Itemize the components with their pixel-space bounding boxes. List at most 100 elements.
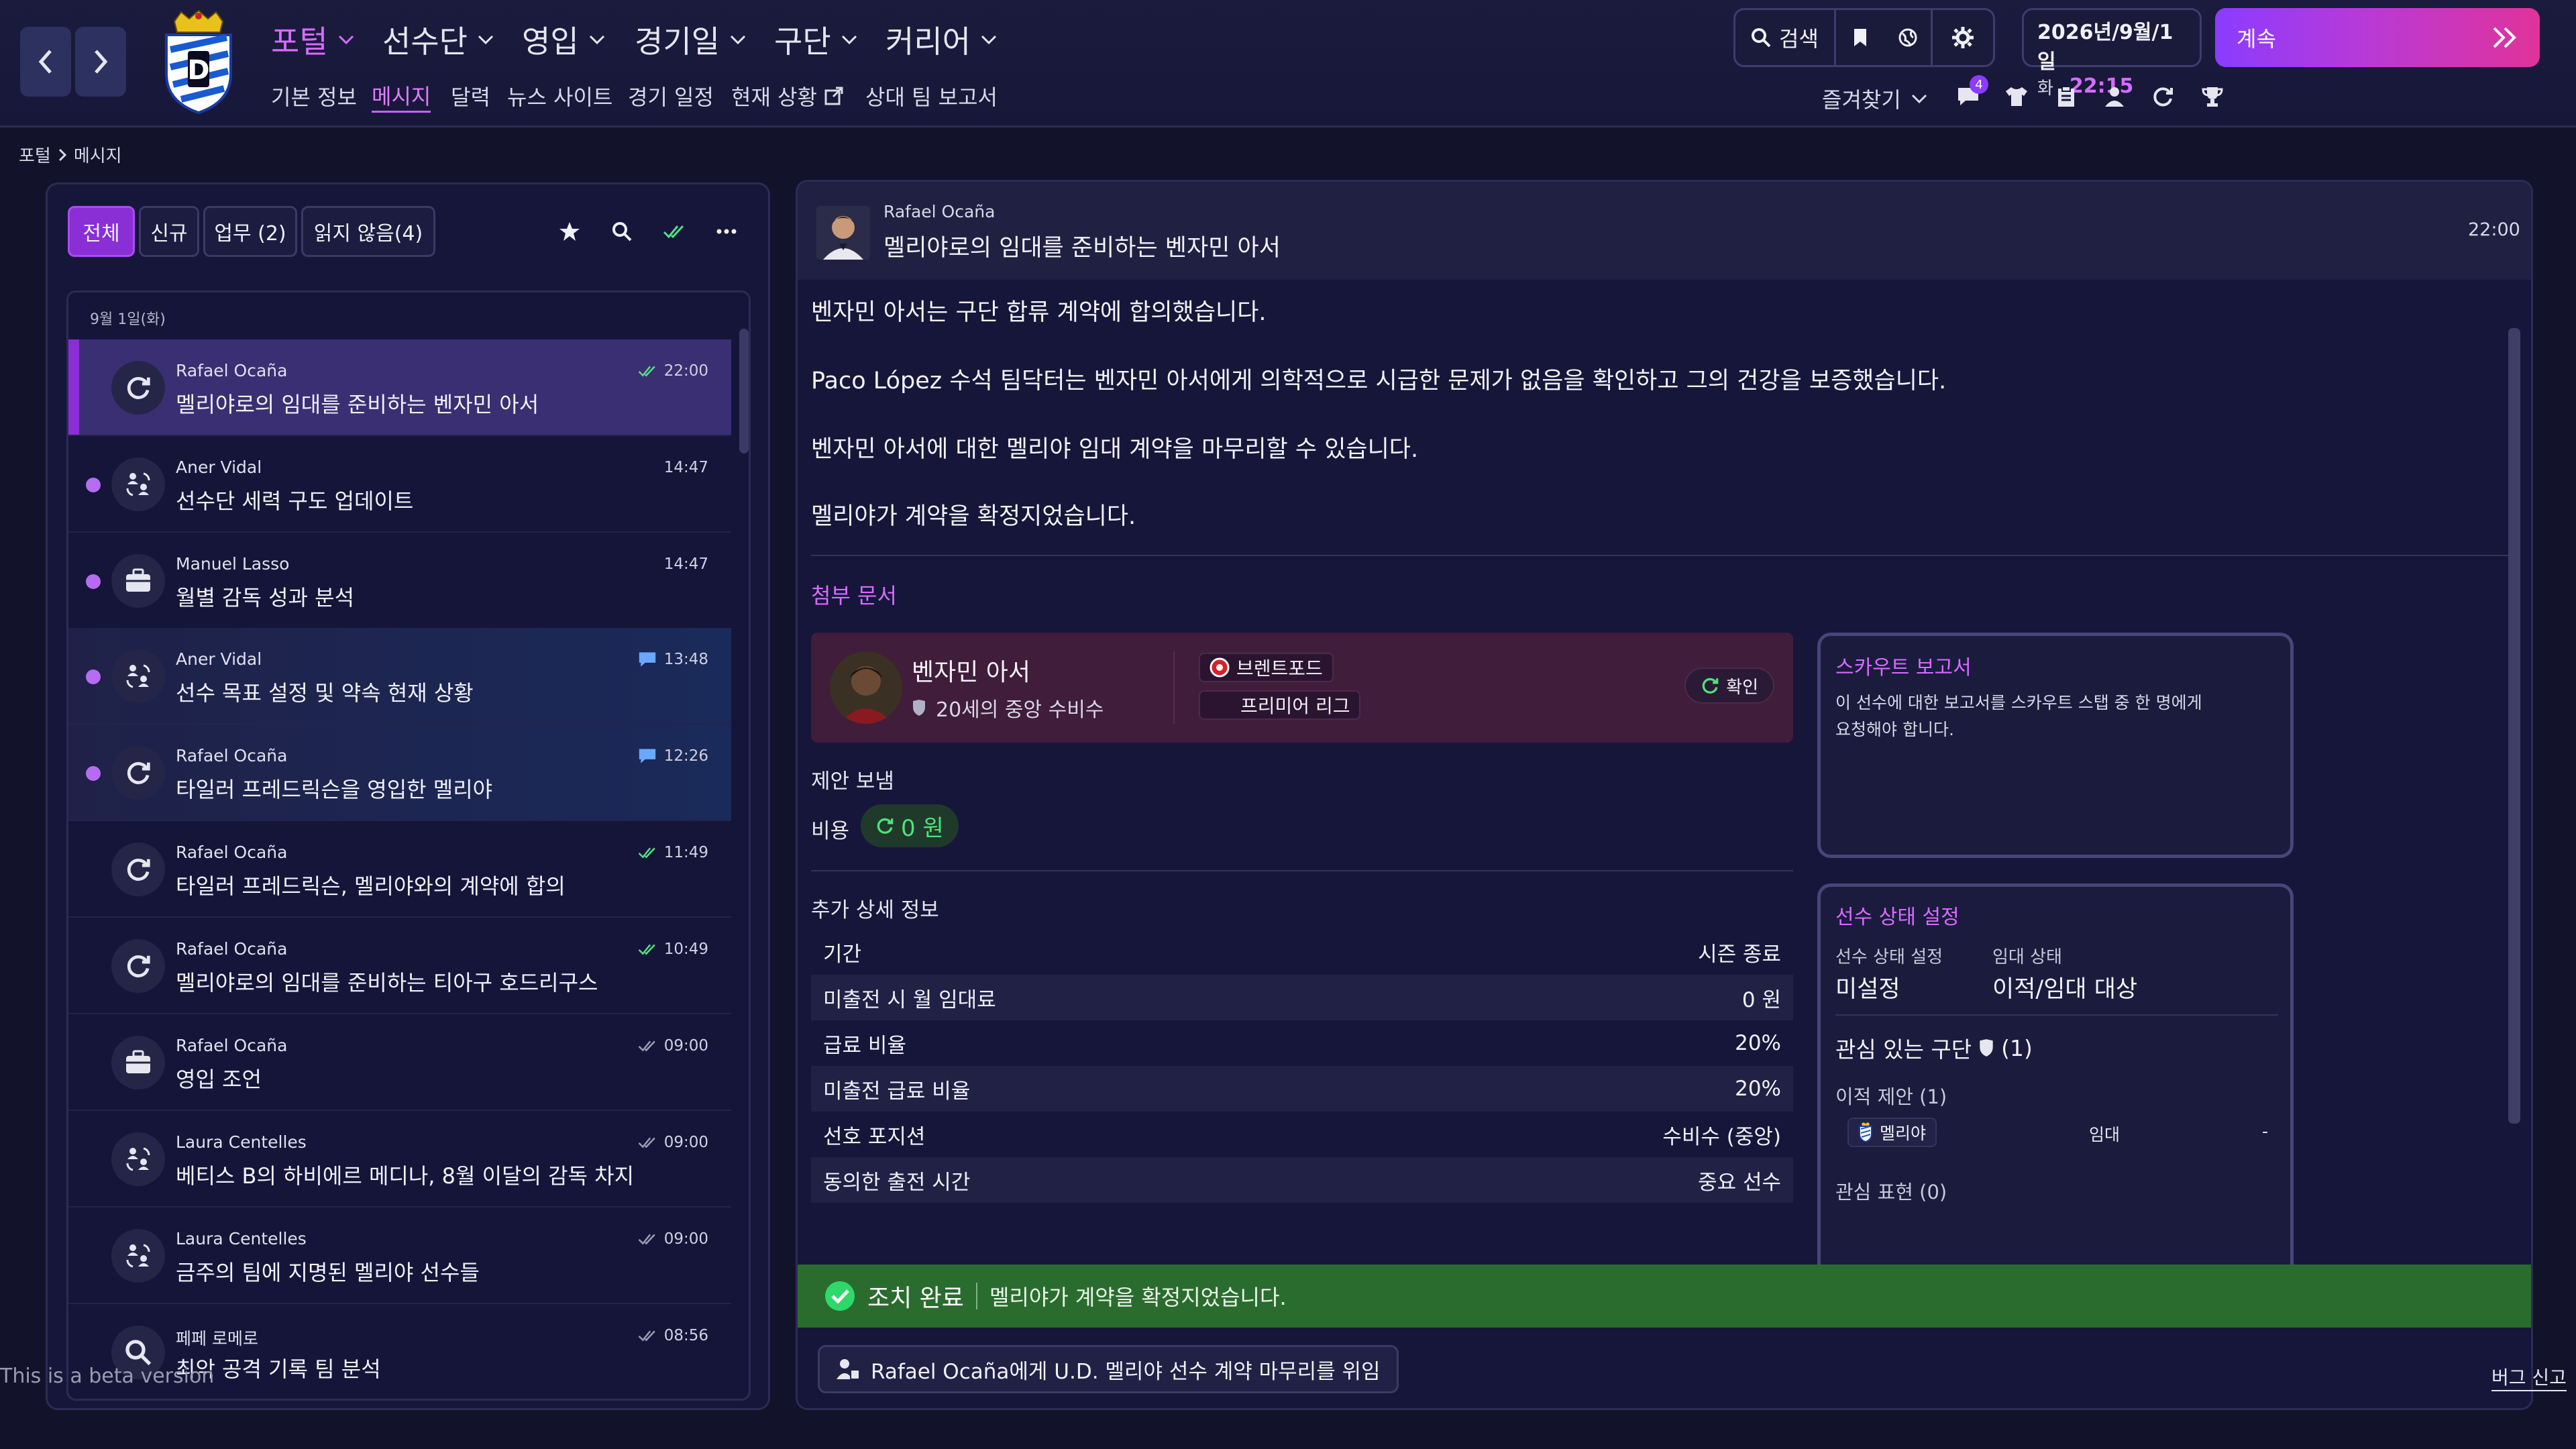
chat-shortcut[interactable]: 4 <box>1952 75 1988 113</box>
bookmark-button[interactable] <box>1836 10 1884 65</box>
delegate-icon <box>837 1359 860 1380</box>
menu-matchday[interactable]: 경기일 <box>635 16 747 63</box>
club-crest-icon[interactable]: D <box>161 9 236 114</box>
kit-shortcut[interactable] <box>2000 80 2033 113</box>
player-avatar[interactable] <box>830 651 902 724</box>
message-paragraph: 벤자민 아서는 구단 합류 계약에 합의했습니다. <box>811 299 1267 326</box>
subnav-opposition[interactable]: 상대 팀 보고서 <box>865 79 998 113</box>
mark-read-button[interactable] <box>661 218 688 245</box>
subnav-fixtures[interactable]: 경기 일정 <box>628 79 714 113</box>
transfers-shortcut[interactable] <box>2147 80 2179 113</box>
club-tag[interactable]: 브렌트포드 <box>1199 653 1334 682</box>
club-name: 브렌트포드 <box>1236 657 1323 680</box>
player-status-label: 선수 상태 설정 <box>1835 947 1943 967</box>
chevron-right-icon <box>58 148 66 161</box>
unread-dot <box>86 669 101 684</box>
globe-icon <box>1898 28 1917 47</box>
message-list-item[interactable]: Rafael Ocaña 타일러 프레드릭슨, 멜리야와의 계약에 합의 11:49 <box>68 821 731 918</box>
menu-club[interactable]: 구단 <box>774 16 858 63</box>
delegate-button[interactable]: Rafael Ocaña에게 U.D. 멜리야 선수 계약 마무리를 위임 <box>818 1345 1399 1393</box>
confirm-button[interactable]: 확인 <box>1684 667 1774 704</box>
filter-all[interactable]: 전체 <box>68 206 135 257</box>
subnav-overview[interactable]: 기본 정보 <box>271 79 357 113</box>
favorites-dropdown[interactable]: 즐겨찾기 <box>1822 83 1928 114</box>
scout-report-box[interactable]: 스카우트 보고서 이 선수에 대한 보고서를 스카우트 스탭 중 한 명에게 요… <box>1817 633 2294 858</box>
message-sender: Laura Centelles <box>176 1132 307 1152</box>
detail-value: 시즌 종료 <box>1698 942 1781 967</box>
star-button[interactable] <box>556 218 583 245</box>
message-subject: 멜리야로의 임대를 준비하는 벤자민 아서 <box>883 235 1281 262</box>
breadcrumb-root[interactable]: 포털 <box>19 142 51 167</box>
transfer-icon <box>111 939 165 993</box>
back-button[interactable] <box>20 27 71 97</box>
more-options-button[interactable] <box>713 218 740 245</box>
shield-icon <box>1980 1039 1993 1057</box>
message-list-item[interactable]: Rafael Ocaña 타일러 프레드릭슨을 영입한 멜리야 12:26 <box>68 724 731 821</box>
detail-label: 기간 <box>823 942 862 967</box>
subnav-news[interactable]: 뉴스 사이트 <box>507 79 612 113</box>
message-header: Rafael Ocaña 멜리야로의 임대를 준비하는 벤자민 아서 22:00 <box>798 182 2531 280</box>
offer-club-tag[interactable]: 멜리야 <box>1847 1118 1937 1147</box>
message-list-item[interactable]: Manuel Lasso 월별 감독 성과 분석 14:47 <box>68 533 731 629</box>
message-sender[interactable]: Rafael Ocaña <box>883 202 995 221</box>
message-list-item[interactable]: Laura Centelles 금주의 팀에 지명된 멜리야 선수들 09:00 <box>68 1208 731 1304</box>
filter-label: 신규 <box>150 222 188 246</box>
message-scrollbar[interactable] <box>2508 328 2520 1124</box>
game-date[interactable]: 2026년/9월/1일 화 22:15 <box>2022 8 2202 99</box>
fee-value: 0 원 <box>861 804 959 847</box>
menu-career[interactable]: 커리어 <box>885 16 998 63</box>
detail-label: 동의한 출전 시간 <box>823 1170 971 1195</box>
filter-tasks[interactable]: 업무 (2) <box>203 206 297 257</box>
filter-unread[interactable]: 읽지 않음(4) <box>301 206 435 257</box>
message-list: 9월 1일(화) Rafael Ocaña 멜리야로의 임대를 준비하는 벤자민 … <box>66 290 751 1401</box>
message-list-item[interactable]: Rafael Ocaña 멜리야로의 임대를 준비하는 벤자민 아서 22:00 <box>68 339 731 436</box>
loan-status-value[interactable]: 이적/임대 대상 <box>1992 970 2137 1004</box>
search-button[interactable]: 검색 <box>1735 10 1836 65</box>
subnav-status[interactable]: 현재 상황 <box>731 79 844 113</box>
filter-new[interactable]: 신규 <box>139 206 199 257</box>
message-list-item[interactable]: Laura Centelles 베티스 B의 하비에르 메디나, 8월 이달의 감… <box>68 1111 731 1208</box>
message-list-item[interactable]: Aner Vidal 선수단 세력 구도 업데이트 14:47 <box>68 436 731 533</box>
chevron-down-icon <box>1911 94 1927 104</box>
subnav-calendar[interactable]: 달력 <box>451 79 490 113</box>
chat-icon <box>637 747 657 765</box>
player-card[interactable]: 벤자민 아서 20세의 중앙 수비수 브렌트포드 프리미어 리그 확인 <box>811 633 1793 743</box>
message-subject: 선수단 세력 구도 업데이트 <box>176 488 414 514</box>
menu-portal[interactable]: 포털 <box>271 16 355 63</box>
board-shortcut[interactable] <box>2050 80 2082 113</box>
menu-recruitment[interactable]: 영입 <box>522 16 606 63</box>
offer-club-name: 멜리야 <box>1880 1124 1927 1143</box>
message-list-item[interactable]: Rafael Ocaña 영입 조언 09:00 <box>68 1014 731 1111</box>
chevron-down-icon <box>338 35 354 45</box>
double-check-icon <box>637 364 657 378</box>
people-icon <box>111 1229 165 1283</box>
sender-avatar[interactable] <box>816 206 870 260</box>
forward-button[interactable] <box>75 27 126 97</box>
menu-squad[interactable]: 선수단 <box>382 16 494 63</box>
bug-report-link[interactable]: 버그 신고 <box>2491 1363 2567 1391</box>
continue-button[interactable]: 계속 <box>2215 8 2540 67</box>
message-time-text: 09:00 <box>663 1037 708 1055</box>
message-list-item[interactable]: Aner Vidal 선수 목표 설정 및 약속 현재 상황 13:48 <box>68 628 731 724</box>
more-horizontal-icon <box>716 229 737 234</box>
message-subject: 월별 감독 성과 분석 <box>176 585 355 610</box>
double-check-icon <box>637 1232 657 1246</box>
inbox-search-button[interactable] <box>608 218 635 245</box>
settings-button[interactable] <box>1933 10 1993 65</box>
message-time: 09:00 <box>637 1134 708 1151</box>
staff-shortcut[interactable] <box>2098 80 2131 113</box>
league-tag[interactable]: 프리미어 리그 <box>1199 690 1361 720</box>
chat-icon <box>637 651 657 668</box>
subnav-label: 달력 <box>451 85 490 110</box>
player-name[interactable]: 벤자민 아서 <box>912 653 1030 688</box>
unread-dot <box>86 766 101 781</box>
message-list-item[interactable]: Rafael Ocaña 멜리야로의 임대를 준비하는 티아구 호드리구스 10:4… <box>68 918 731 1014</box>
message-list-scrollbar[interactable] <box>739 329 749 453</box>
globe-button[interactable] <box>1884 10 1933 65</box>
message-time-text: 08:56 <box>663 1327 708 1344</box>
player-status-value[interactable]: 미설정 <box>1835 970 1900 1004</box>
chevron-down-icon <box>841 35 857 45</box>
offer-type: 임대 <box>2089 1125 2121 1144</box>
trophy-shortcut[interactable] <box>2196 80 2229 113</box>
subnav-messages[interactable]: 메시지 <box>372 79 431 113</box>
